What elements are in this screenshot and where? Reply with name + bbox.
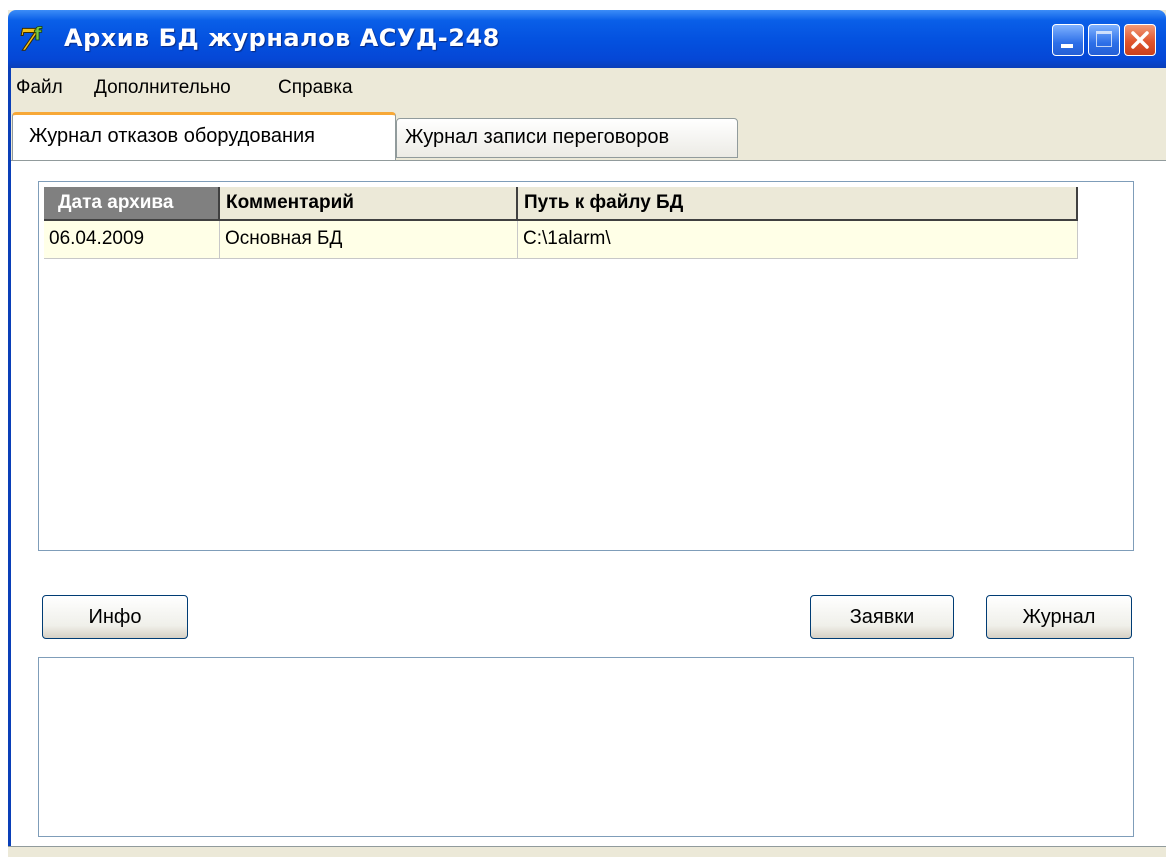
tab-panel: Дата архива Комментарий Путь к файлу БД … [8, 160, 1166, 847]
close-icon [1131, 31, 1149, 49]
maximize-button [1088, 24, 1120, 56]
title-bar[interactable]: 7 f Архив БД журналов АСУД-248 [8, 10, 1166, 68]
requests-button[interactable]: Заявки [810, 595, 954, 639]
maximize-icon [1096, 31, 1112, 47]
svg-text:f: f [34, 24, 42, 45]
app-logo-icon: 7 f [18, 23, 42, 57]
window-bottom-border [8, 846, 1166, 857]
table-cell-comment[interactable]: Основная БД [220, 221, 518, 259]
window-left-border [8, 68, 11, 856]
tab-call-recording[interactable]: Журнал записи переговоров [396, 118, 738, 158]
tab-strip: Журнал отказов оборудования Журнал запис… [8, 108, 1166, 160]
archive-grid[interactable]: Дата архива Комментарий Путь к файлу БД … [38, 181, 1134, 551]
window-title: Архив БД журналов АСУД-248 [64, 24, 500, 52]
minimize-icon [1061, 44, 1073, 48]
menu-help[interactable]: Справка [278, 77, 353, 99]
journal-button[interactable]: Журнал [986, 595, 1132, 639]
table-cell-date[interactable]: 06.04.2009 [44, 221, 220, 259]
column-header-comment[interactable]: Комментарий [220, 187, 518, 221]
menu-additional[interactable]: Дополнительно [94, 77, 231, 99]
main-window: 7 f Архив БД журналов АСУД-248 Файл Допо… [8, 10, 1166, 857]
tab-equipment-failures[interactable]: Журнал отказов оборудования [12, 112, 396, 160]
minimize-button[interactable] [1052, 24, 1084, 56]
close-button[interactable] [1124, 24, 1156, 56]
column-header-db-path[interactable]: Путь к файлу БД [518, 187, 1078, 221]
info-button[interactable]: Инфо [42, 595, 188, 639]
column-header-archive-date[interactable]: Дата архива [44, 187, 220, 221]
table-cell-path[interactable]: C:\1alarm\ [518, 221, 1078, 259]
menu-file[interactable]: Файл [16, 77, 63, 99]
menu-bar: Файл Дополнительно Справка [8, 68, 1166, 108]
info-memo[interactable] [38, 657, 1134, 837]
